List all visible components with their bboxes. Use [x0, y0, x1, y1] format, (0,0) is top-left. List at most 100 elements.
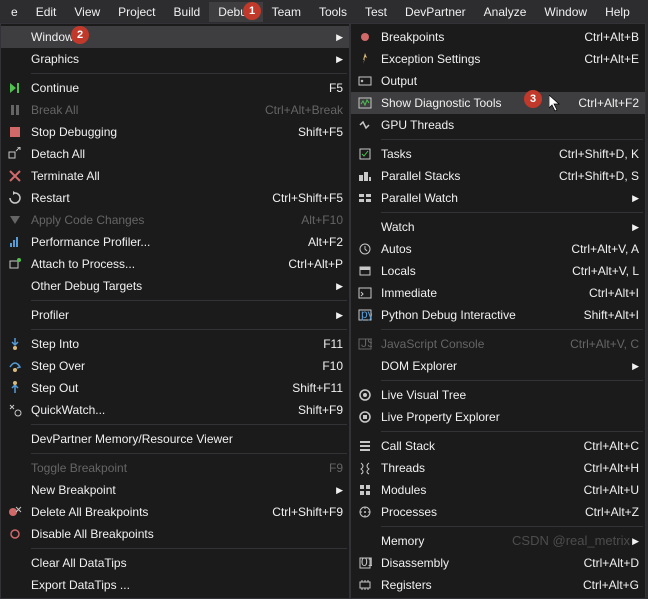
- menu-item-gpu-threads[interactable]: GPU Threads: [351, 114, 645, 136]
- menu-item-label: Step Out: [25, 381, 282, 395]
- menu-item-devpartner-memory-resource-viewer[interactable]: DevPartner Memory/Resource Viewer: [1, 428, 349, 450]
- menu-item-shortcut: F9: [319, 461, 343, 475]
- blank-icon: [5, 577, 25, 593]
- menubar-item-project[interactable]: Project: [109, 2, 164, 22]
- menu-item-restart[interactable]: RestartCtrl+Shift+F5: [1, 187, 349, 209]
- menubar-item-team[interactable]: Team: [263, 2, 310, 22]
- menu-item-parallel-stacks[interactable]: Parallel StacksCtrl+Shift+D, S: [351, 165, 645, 187]
- watermark: CSDN @real_metrix: [512, 533, 630, 548]
- menubar-item-test[interactable]: Test: [356, 2, 396, 22]
- blank-icon: [355, 219, 375, 235]
- menu-item-immediate[interactable]: ImmediateCtrl+Alt+I: [351, 282, 645, 304]
- menu-item-detach-all[interactable]: Detach All: [1, 143, 349, 165]
- menubar-item-edit[interactable]: Edit: [27, 2, 66, 22]
- menu-item-breakpoints[interactable]: BreakpointsCtrl+Alt+B: [351, 26, 645, 48]
- menu-item-step-over[interactable]: Step OverF10: [1, 355, 349, 377]
- menubar-item-e[interactable]: e: [2, 2, 27, 22]
- submenu-arrow-icon: ▶: [629, 536, 639, 547]
- menu-item-step-out[interactable]: Step OutShift+F11: [1, 377, 349, 399]
- menu-item-watch[interactable]: Watch▶: [351, 216, 645, 238]
- terminate-icon: [5, 168, 25, 184]
- menu-item-modules[interactable]: ModulesCtrl+Alt+U: [351, 479, 645, 501]
- menu-item-show-diagnostic-tools[interactable]: Show Diagnostic ToolsCtrl+Alt+F2: [351, 92, 645, 114]
- menu-item-terminate-all[interactable]: Terminate All: [1, 165, 349, 187]
- menu-item-locals[interactable]: LocalsCtrl+Alt+V, L: [351, 260, 645, 282]
- menu-item-shortcut: F5: [319, 81, 343, 95]
- menubar-item-devpartner[interactable]: DevPartner: [396, 2, 475, 22]
- menu-item-python-debug-interactive[interactable]: pyPython Debug InteractiveShift+Alt+I: [351, 304, 645, 326]
- menu-item-live-property-explorer[interactable]: Live Property Explorer: [351, 406, 645, 428]
- menu-item-shortcut: Ctrl+Alt+U: [574, 483, 639, 497]
- delete-bp-icon: [5, 504, 25, 520]
- menu-item-label: Graphics: [25, 52, 333, 66]
- menu-item-apply-code-changes: Apply Code ChangesAlt+F10: [1, 209, 349, 231]
- registers-icon: [355, 577, 375, 593]
- menu-item-parallel-watch[interactable]: Parallel Watch▶: [351, 187, 645, 209]
- menu-item-shortcut: F11: [313, 337, 343, 351]
- menu-item-registers[interactable]: RegistersCtrl+Alt+G: [351, 574, 645, 596]
- gpu-icon: [355, 117, 375, 133]
- menubar-item-window[interactable]: Window: [535, 2, 596, 22]
- menu-item-disable-all-breakpoints[interactable]: Disable All Breakpoints: [1, 523, 349, 545]
- menu-item-threads[interactable]: ThreadsCtrl+Alt+H: [351, 457, 645, 479]
- menu-item-label: Break All: [25, 103, 255, 117]
- menu-item-continue[interactable]: ContinueF5: [1, 77, 349, 99]
- menu-item-label: Parallel Watch: [375, 191, 629, 205]
- menu-item-shortcut: Alt+F2: [298, 235, 343, 249]
- menu-item-delete-all-breakpoints[interactable]: Delete All BreakpointsCtrl+Shift+F9: [1, 501, 349, 523]
- menu-item-tasks[interactable]: TasksCtrl+Shift+D, K: [351, 143, 645, 165]
- menu-item-call-stack[interactable]: Call StackCtrl+Alt+C: [351, 435, 645, 457]
- menu-item-other-debug-targets[interactable]: Other Debug Targets▶: [1, 275, 349, 297]
- menu-item-autos[interactable]: AutosCtrl+Alt+V, A: [351, 238, 645, 260]
- menu-item-label: JavaScript Console: [375, 337, 560, 351]
- menubar-item-view[interactable]: View: [65, 2, 109, 22]
- menu-item-profiler[interactable]: Profiler▶: [1, 304, 349, 326]
- menu-item-exception-settings[interactable]: Exception SettingsCtrl+Alt+E: [351, 48, 645, 70]
- menu-item-output[interactable]: Output: [351, 70, 645, 92]
- submenu-arrow-icon: ▶: [333, 485, 343, 496]
- menu-item-dom-explorer[interactable]: DOM Explorer▶: [351, 355, 645, 377]
- menu-item-processes[interactable]: ProcessesCtrl+Alt+Z: [351, 501, 645, 523]
- apply-icon: [5, 212, 25, 228]
- menubar-item-build[interactable]: Build: [165, 2, 210, 22]
- menu-item-label: Toggle Breakpoint: [25, 461, 319, 475]
- menu-item-shortcut: Ctrl+Alt+Z: [575, 505, 639, 519]
- menu-item-performance-profiler[interactable]: Performance Profiler...Alt+F2: [1, 231, 349, 253]
- processes-icon: [355, 504, 375, 520]
- menubar: eEditViewProjectBuildDebugTeamToolsTestD…: [0, 0, 648, 23]
- separator: [381, 329, 643, 330]
- menu-item-label: Immediate: [375, 286, 579, 300]
- pause-icon: [5, 102, 25, 118]
- menu-item-export-datatips[interactable]: Export DataTips ...: [1, 574, 349, 596]
- menu-item-shortcut: Ctrl+Alt+E: [574, 52, 639, 66]
- menu-item-label: Profiler: [25, 308, 333, 322]
- menubar-item-help[interactable]: Help: [596, 2, 639, 22]
- separator: [31, 548, 347, 549]
- menu-item-step-into[interactable]: Step IntoF11: [1, 333, 349, 355]
- menu-item-label: Registers: [375, 578, 573, 592]
- menu-item-shortcut: Ctrl+Alt+F2: [568, 96, 639, 110]
- menu-item-stop-debugging[interactable]: Stop DebuggingShift+F5: [1, 121, 349, 143]
- menu-item-new-breakpoint[interactable]: New Breakpoint▶: [1, 479, 349, 501]
- menu-item-attach-to-process[interactable]: Attach to Process...Ctrl+Alt+P: [1, 253, 349, 275]
- debug-menu: Windows▶Graphics▶ContinueF5Break AllCtrl…: [0, 23, 350, 599]
- menu-item-graphics[interactable]: Graphics▶: [1, 48, 349, 70]
- menu-item-label: Step Into: [25, 337, 313, 351]
- menu-item-shortcut: Ctrl+Alt+B: [574, 30, 639, 44]
- menu-item-label: Step Over: [25, 359, 312, 373]
- menu-item-shortcut: Ctrl+Alt+V, A: [561, 242, 639, 256]
- menubar-item-tools[interactable]: Tools: [310, 2, 356, 22]
- menu-item-windows[interactable]: Windows▶: [1, 26, 349, 48]
- menu-item-live-visual-tree[interactable]: Live Visual Tree: [351, 384, 645, 406]
- menu-item-disassembly[interactable]: 01DisassemblyCtrl+Alt+D: [351, 552, 645, 574]
- menu-item-label: Other Debug Targets: [25, 279, 333, 293]
- menu-item-label: Call Stack: [375, 439, 574, 453]
- menubar-item-analyze[interactable]: Analyze: [475, 2, 536, 22]
- stop-icon: [5, 124, 25, 140]
- menu-item-clear-all-datatips[interactable]: Clear All DataTips: [1, 552, 349, 574]
- menu-item-shortcut: Shift+F11: [282, 381, 343, 395]
- detach-icon: [5, 146, 25, 162]
- python-icon: py: [355, 307, 375, 323]
- menu-item-quickwatch[interactable]: QuickWatch...Shift+F9: [1, 399, 349, 421]
- submenu-arrow-icon: ▶: [333, 310, 343, 321]
